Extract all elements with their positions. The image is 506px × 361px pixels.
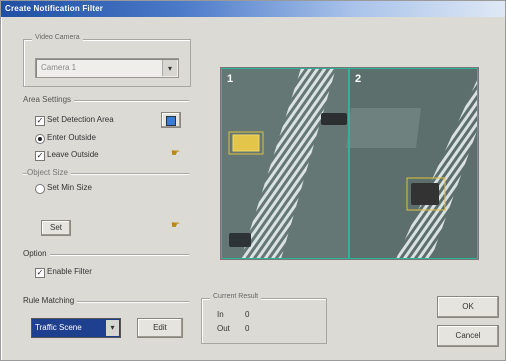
set-min-size-radio[interactable] <box>35 184 45 194</box>
chevron-down-icon[interactable]: ▾ <box>162 60 177 76</box>
result-out-value: 0 <box>245 324 250 333</box>
camera-select[interactable]: Camera 1 ▾ <box>35 58 179 78</box>
result-out-label: Out <box>217 324 230 333</box>
option-checkbox[interactable]: ✓ <box>35 268 45 278</box>
set-detection-area-checkbox[interactable]: ✓ <box>35 116 45 126</box>
set-size-button-label: Set <box>49 223 62 232</box>
area-settings-title: Area Settings <box>23 95 75 104</box>
enter-outside-label: Enter Outside <box>47 133 96 142</box>
current-result-group: Current Result <box>201 293 327 344</box>
area-icon <box>166 116 176 126</box>
set-min-size-label: Set Min Size <box>47 183 92 192</box>
edit-button-label: Edit <box>153 323 167 332</box>
option-title: Option <box>23 249 50 258</box>
leave-outside-label: Leave Outside <box>47 150 99 159</box>
title-bar[interactable]: Create Notification Filter <box>1 1 505 17</box>
current-result-title: Current Result <box>210 293 262 300</box>
edit-button[interactable]: Edit <box>137 318 183 338</box>
chevron-down-icon[interactable]: ▾ <box>106 320 119 336</box>
set-detection-area-label: Set Detection Area <box>47 115 114 124</box>
enter-outside-radio[interactable] <box>35 134 45 144</box>
leave-outside-checkbox[interactable]: ✓ <box>35 151 45 161</box>
result-in-value: 0 <box>245 310 250 319</box>
option-checkbox-label: Enable Filter <box>47 267 92 276</box>
video-camera-group-title: Video Camera <box>32 34 83 41</box>
cancel-button-label: Cancel <box>455 331 481 340</box>
camera-select-value: Camera 1 <box>41 63 77 72</box>
cancel-button[interactable]: Cancel <box>437 325 499 347</box>
camera2-label: 2 <box>355 73 361 85</box>
camera-preview[interactable]: 1 2 <box>220 67 479 260</box>
ok-button-label: OK <box>462 302 474 311</box>
hand-pointer-icon: ☛ <box>171 148 180 159</box>
set-size-button[interactable]: Set <box>41 220 71 236</box>
dialog-window: Create Notification Filter Video Camera … <box>0 0 506 361</box>
object-size-title: Object Size <box>27 168 71 177</box>
camera-preview-image: 1 2 <box>221 68 478 259</box>
hand-pointer-icon: ☛ <box>171 220 180 231</box>
rule-matching-title: Rule Matching <box>23 296 78 305</box>
window-title: Create Notification Filter <box>5 4 104 13</box>
ok-button[interactable]: OK <box>437 296 499 318</box>
rule-matching-value: Traffic Scene <box>35 323 82 332</box>
rule-matching-select[interactable]: Traffic Scene ▾ <box>31 318 121 338</box>
camera1-label: 1 <box>227 73 233 85</box>
detection-area-button[interactable] <box>161 112 181 128</box>
result-in-label: In <box>217 310 224 319</box>
